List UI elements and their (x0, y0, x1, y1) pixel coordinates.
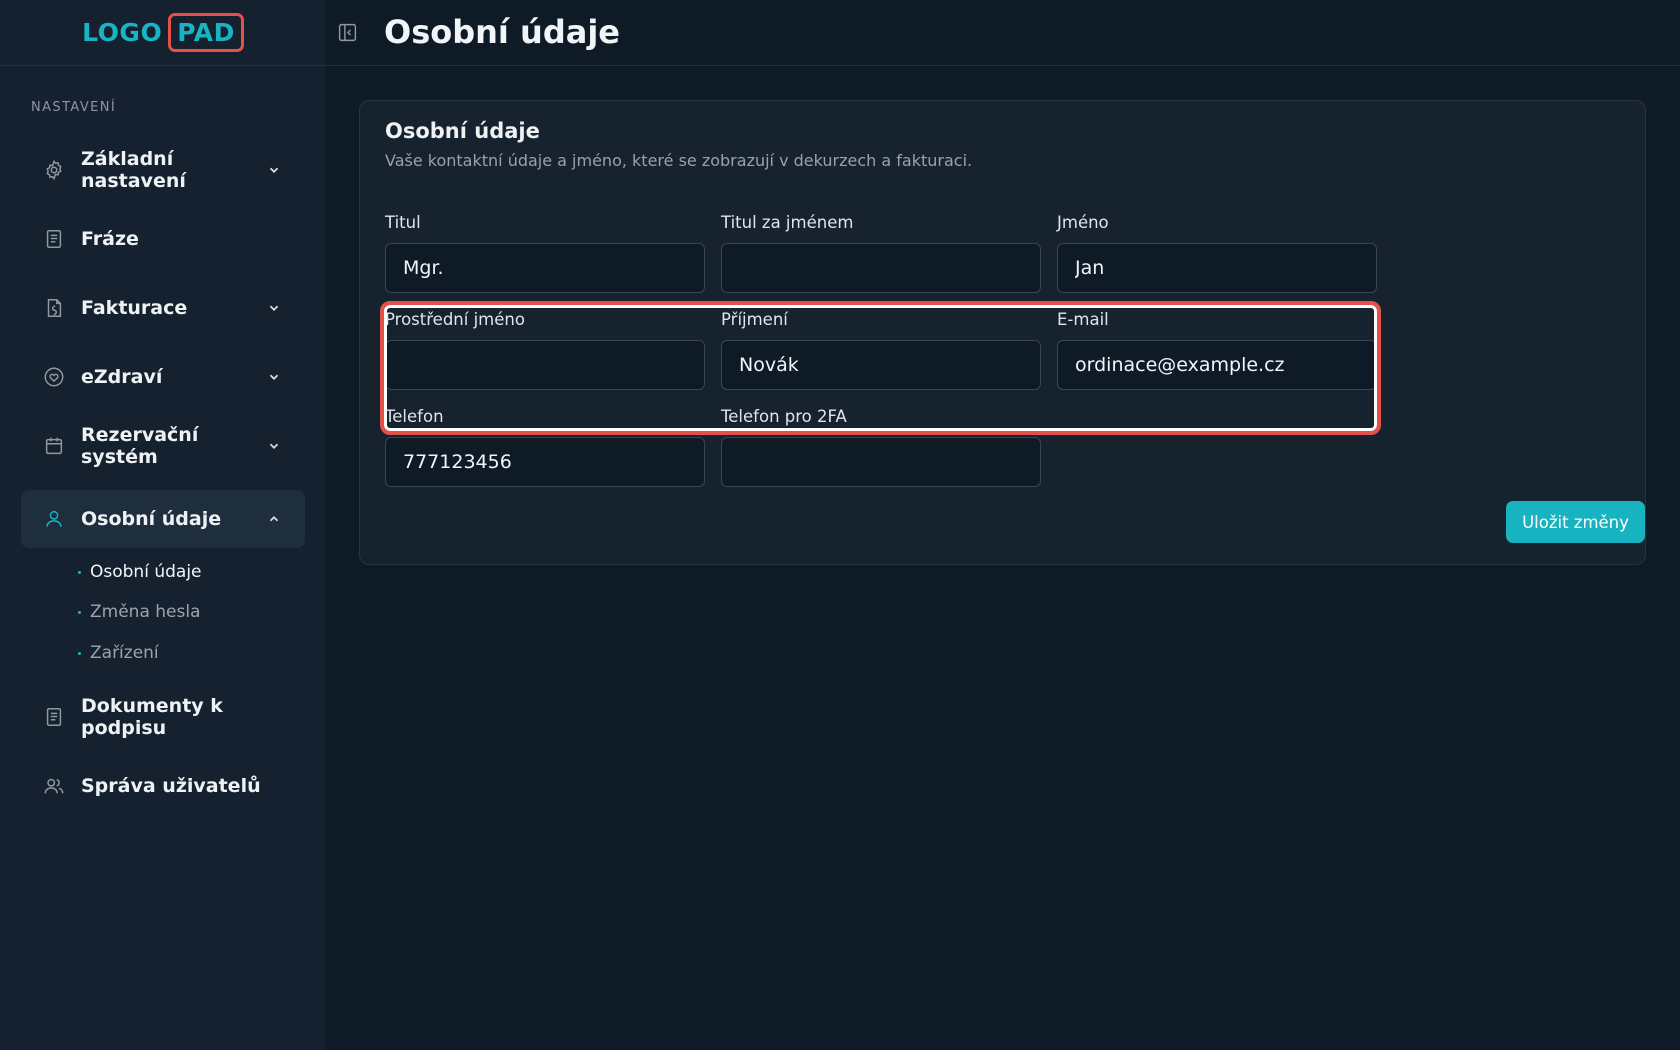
document-icon (42, 227, 66, 251)
logo-bar: LOGO PAD (0, 0, 326, 66)
invoice-icon (42, 296, 66, 320)
sidebar-item-ezdravi[interactable]: eZdraví (21, 348, 305, 406)
sidebar-item-dokumenty-k-podpisu[interactable]: Dokumenty k podpisu (21, 688, 305, 746)
sidebar-subitem-label: Zařízení (90, 643, 159, 663)
card-description: Vaše kontaktní údaje a jméno, které se z… (385, 151, 973, 170)
app-root: LOGO PAD NASTAVENÍ Základní nastavení Fr… (0, 0, 1680, 1050)
field-label-telefon-2fa: Telefon pro 2FA (721, 407, 847, 426)
telefon-2fa-input[interactable] (721, 437, 1041, 487)
field-titul-za-jmenem: Titul za jménem (721, 211, 1041, 293)
document-icon (42, 705, 66, 729)
user-icon (42, 507, 66, 531)
logo-text-secondary: PAD (168, 13, 244, 52)
jmeno-input[interactable] (1057, 243, 1377, 293)
sidebar-item-label: Základní nastavení (81, 148, 186, 192)
field-label-telefon: Telefon (385, 407, 444, 426)
telefon-input[interactable] (385, 437, 705, 487)
sidebar-section-label: NASTAVENÍ (31, 100, 117, 115)
heart-icon (42, 365, 66, 389)
sidebar-item-label: eZdraví (81, 366, 163, 388)
field-label-titul-za-jmenem: Titul za jménem (721, 213, 854, 232)
field-titul: Titul (385, 211, 705, 293)
bullet-dot (78, 651, 81, 655)
field-telefon: Telefon (385, 405, 705, 487)
main-content: Osobní údaje Osobní údaje Vaše kontaktní… (326, 0, 1680, 1050)
page-title: Osobní údaje (384, 13, 620, 51)
logo-text-primary: LOGO (82, 18, 163, 47)
sidebar-item-label: Dokumenty k podpisu (81, 695, 223, 739)
chevron-down-icon (265, 161, 283, 179)
sidebar-item-label: Fakturace (81, 297, 188, 319)
sidebar-item-label: Správa uživatelů (81, 775, 261, 797)
field-label-jmeno: Jméno (1057, 213, 1109, 232)
field-telefon-2fa: Telefon pro 2FA (721, 405, 1041, 487)
bullet-dot (78, 610, 81, 614)
users-icon (42, 774, 66, 798)
chevron-down-icon (265, 368, 283, 386)
sidebar-collapse-icon (338, 23, 356, 41)
sidebar-item-fakturace[interactable]: Fakturace (21, 279, 305, 337)
sidebar-subitem-zarizeni[interactable]: Zařízení (78, 640, 159, 666)
chevron-down-icon (265, 437, 283, 455)
field-label-email: E-mail (1057, 310, 1109, 329)
sidebar-item-zakladni-nastaveni[interactable]: Základní nastavení (21, 141, 305, 199)
sidebar-subitem-label: Změna hesla (90, 602, 201, 622)
card-title: Osobní údaje (385, 119, 540, 143)
sidebar-item-fraze[interactable]: Fráze (21, 210, 305, 268)
save-button[interactable]: Uložit změny (1506, 501, 1645, 543)
sidebar-toggle-button[interactable] (336, 21, 358, 43)
sidebar: LOGO PAD NASTAVENÍ Základní nastavení Fr… (0, 0, 326, 1050)
chevron-down-icon (265, 299, 283, 317)
titul-input[interactable] (385, 243, 705, 293)
sidebar-subitem-osobni-udaje[interactable]: Osobní údaje (78, 559, 202, 585)
sidebar-item-osobni-udaje[interactable]: Osobní údaje (21, 490, 305, 548)
email-input[interactable] (1057, 340, 1377, 390)
sidebar-item-label: Rezervační systém (81, 424, 199, 468)
bullet-dot (78, 570, 81, 574)
field-email: E-mail (1057, 308, 1377, 390)
field-jmeno: Jméno (1057, 211, 1377, 293)
logo[interactable]: LOGO PAD (82, 13, 244, 52)
sidebar-item-sprava-uzivatelu[interactable]: Správa uživatelů (21, 757, 305, 815)
field-label-prijmeni: Příjmení (721, 310, 788, 329)
field-label-titul: Titul (385, 213, 421, 232)
sidebar-item-label: Fráze (81, 228, 139, 250)
prijmeni-input[interactable] (721, 340, 1041, 390)
titul-za-jmenem-input[interactable] (721, 243, 1041, 293)
field-label-prostredni-jmeno: Prostřední jméno (385, 310, 525, 329)
sidebar-subitem-label: Osobní údaje (90, 562, 202, 582)
gear-icon (42, 158, 66, 182)
personal-info-card: Osobní údaje Vaše kontaktní údaje a jmén… (359, 100, 1646, 565)
chevron-up-icon (265, 510, 283, 528)
sidebar-subitem-zmena-hesla[interactable]: Změna hesla (78, 599, 201, 625)
field-prijmeni: Příjmení (721, 308, 1041, 390)
calendar-icon (42, 434, 66, 458)
sidebar-item-label: Osobní údaje (81, 508, 222, 530)
prostredni-jmeno-input[interactable] (385, 340, 705, 390)
sidebar-item-rezervacni-system[interactable]: Rezervační systém (21, 417, 305, 475)
field-prostredni-jmeno: Prostřední jméno (385, 308, 705, 390)
top-bar: Osobní údaje (326, 0, 1680, 66)
